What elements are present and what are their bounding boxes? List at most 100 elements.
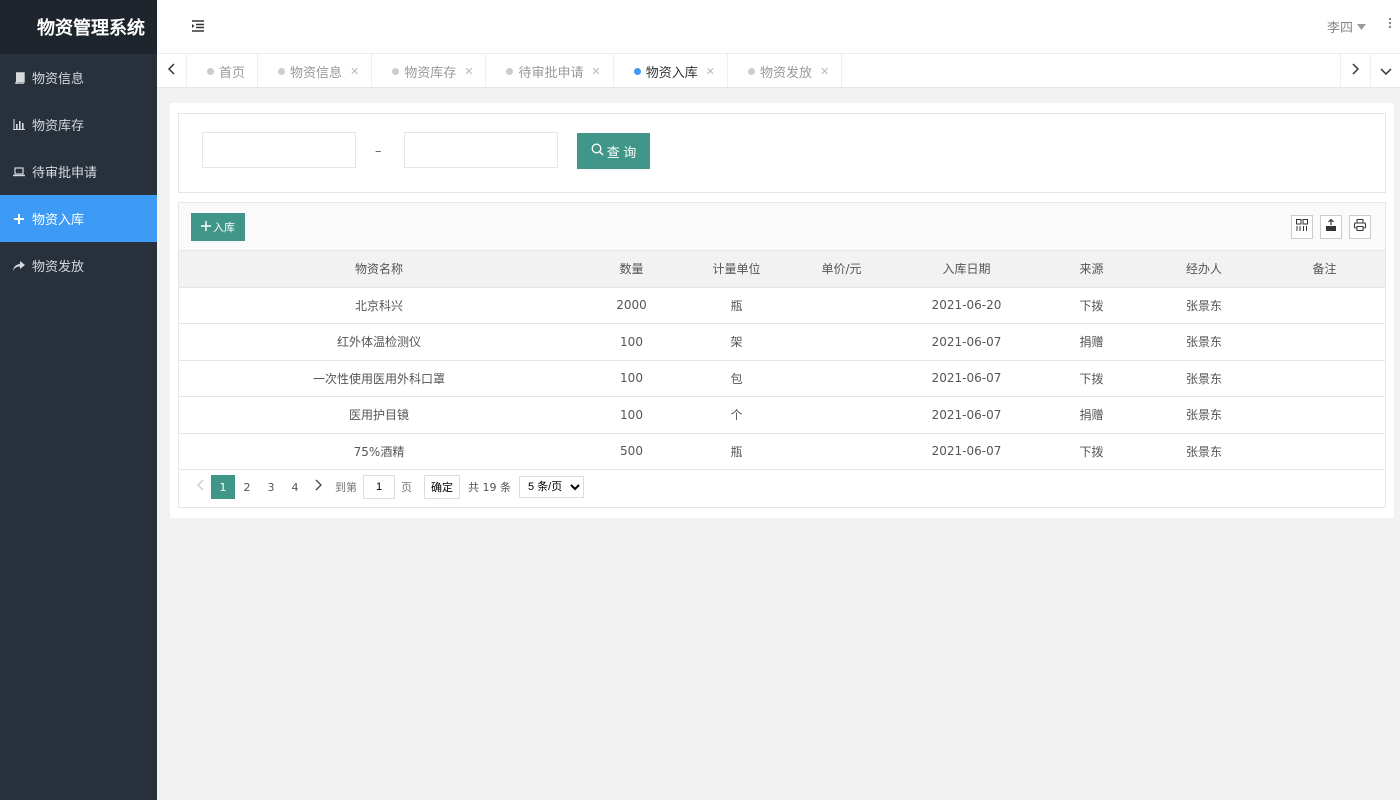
cell-unit: 瓶 — [684, 433, 789, 470]
column-header-name[interactable]: 物资名称 — [179, 251, 579, 288]
end-date-input[interactable] — [404, 132, 558, 168]
close-icon[interactable]: ✕ — [706, 65, 715, 78]
table-row[interactable]: 医用护目镜 100 个 2021-06-07 捐赠 张景东 — [179, 396, 1385, 434]
goto-page-input[interactable] — [363, 475, 395, 499]
tab-home[interactable]: 首页 — [187, 54, 259, 87]
cell-price — [789, 360, 894, 397]
main-panel: – 查 询 入库 物资名称 数量 计量单位 单价/元 入库日期 来源 经办人 备… — [170, 103, 1394, 518]
tabs-scroll-left-button[interactable] — [157, 54, 187, 88]
sidebar-item-pending-approval[interactable]: 待审批申请 — [0, 148, 157, 195]
tabs-scroll-right-button[interactable] — [1340, 54, 1370, 88]
column-filter-button[interactable] — [1291, 215, 1313, 239]
close-icon[interactable]: ✕ — [820, 65, 829, 78]
tab-dot-icon — [633, 67, 641, 75]
tabs-dropdown-button[interactable] — [1370, 54, 1400, 88]
sidebar-item-label: 物资库存 — [32, 119, 85, 134]
print-button[interactable] — [1349, 215, 1371, 239]
page-button-4[interactable]: 4 — [283, 475, 307, 499]
export-button[interactable] — [1320, 215, 1342, 239]
column-header-date[interactable]: 入库日期 — [894, 251, 1039, 288]
sidebar: 物资管理系统 物资信息 物资库存 待审批申请 物资入库 物资发放 — [0, 0, 157, 800]
cell-quantity: 2000 — [579, 287, 684, 324]
cell-handler: 张景东 — [1144, 433, 1264, 470]
chevron-right-icon — [315, 479, 322, 491]
sidebar-item-label: 物资信息 — [32, 72, 85, 87]
column-header-remark[interactable]: 备注 — [1264, 251, 1385, 288]
search-icon — [591, 143, 604, 159]
tab-inventory[interactable]: 物资库存 ✕ — [372, 54, 487, 87]
cell-remark — [1264, 323, 1385, 361]
tab-dot-icon — [747, 67, 755, 75]
plus-icon — [12, 213, 26, 224]
tab-dot-icon — [207, 67, 214, 75]
tab-dot-icon — [278, 67, 286, 75]
date-range-separator: – — [375, 144, 382, 159]
tab-label: 物资入库 — [645, 65, 698, 81]
search-form: – 查 询 — [178, 113, 1386, 193]
book-icon — [12, 71, 26, 84]
sidebar-item-label: 物资发放 — [32, 260, 85, 275]
cell-price — [789, 287, 894, 324]
tab-distribution[interactable]: 物资发放 ✕ — [728, 54, 843, 87]
table-row[interactable]: 红外体温检测仪 100 架 2021-06-07 捐赠 张景东 — [179, 323, 1385, 361]
next-page-button[interactable] — [307, 479, 329, 495]
sidebar-item-inventory[interactable]: 物资库存 — [0, 101, 157, 148]
sidebar-item-stock-in[interactable]: 物资入库 — [0, 195, 157, 242]
table-tools — [1291, 215, 1371, 239]
tab-label: 物资库存 — [404, 65, 457, 81]
cell-quantity: 100 — [579, 360, 684, 397]
column-header-source[interactable]: 来源 — [1039, 251, 1144, 288]
tab-pending-approval[interactable]: 待审批申请 ✕ — [486, 54, 614, 87]
pagination: 1 2 3 4 到第 页 确定 共 19 条 5 条/页 — [189, 475, 584, 499]
column-header-unit[interactable]: 计量单位 — [684, 251, 789, 288]
goto-prefix: 到第 — [335, 481, 357, 494]
cell-unit: 架 — [684, 323, 789, 361]
cell-quantity: 100 — [579, 396, 684, 434]
start-date-input[interactable] — [202, 132, 356, 168]
table-row[interactable]: 一次性使用医用外科口罩 100 包 2021-06-07 下拨 张景东 — [179, 360, 1385, 397]
goto-confirm-button[interactable]: 确定 — [424, 475, 460, 499]
column-header-handler[interactable]: 经办人 — [1144, 251, 1264, 288]
table-header-row: 物资名称 数量 计量单位 单价/元 入库日期 来源 经办人 备注 — [179, 251, 1385, 288]
close-icon[interactable]: ✕ — [592, 65, 601, 78]
tab-stock-in[interactable]: 物资入库 ✕ — [614, 54, 728, 87]
tab-supplies-info[interactable]: 物资信息 ✕ — [258, 54, 373, 87]
table-row[interactable]: 北京科兴 2000 瓶 2021-06-20 下拨 张景东 — [179, 287, 1385, 324]
cell-name: 北京科兴 — [179, 287, 579, 324]
page-button-2[interactable]: 2 — [235, 475, 259, 499]
query-button[interactable]: 查 询 — [577, 133, 650, 169]
sidebar-item-distribution[interactable]: 物资发放 — [0, 242, 157, 289]
cell-quantity: 500 — [579, 433, 684, 470]
sidebar-item-label: 待审批申请 — [32, 166, 98, 181]
export-icon — [1325, 218, 1337, 235]
add-stock-in-button[interactable]: 入库 — [191, 213, 245, 241]
plus-icon — [201, 220, 211, 234]
menu-fold-icon[interactable] — [191, 18, 205, 34]
chevron-left-icon — [196, 479, 203, 491]
user-menu[interactable]: 李四 — [1327, 17, 1366, 36]
page-button-1[interactable]: 1 — [211, 475, 235, 499]
column-header-price[interactable]: 单价/元 — [789, 251, 894, 288]
cell-date: 2021-06-07 — [894, 396, 1039, 434]
total-count: 共 19 条 — [468, 481, 511, 494]
sidebar-item-supplies-info[interactable]: 物资信息 — [0, 54, 157, 101]
page-size-select[interactable]: 5 条/页 — [519, 476, 584, 498]
tab-label: 物资信息 — [290, 65, 343, 81]
cell-quantity: 100 — [579, 323, 684, 361]
cell-price — [789, 433, 894, 470]
column-header-quantity[interactable]: 数量 — [579, 251, 684, 288]
page-button-3[interactable]: 3 — [259, 475, 283, 499]
stock-in-table: 物资名称 数量 计量单位 单价/元 入库日期 来源 经办人 备注 北京科兴 20… — [179, 251, 1385, 470]
close-icon[interactable]: ✕ — [350, 65, 359, 78]
more-vertical-icon[interactable] — [1388, 17, 1392, 33]
goto-suffix: 页 — [401, 481, 412, 494]
close-icon[interactable]: ✕ — [464, 65, 473, 78]
share-arrow-icon — [12, 260, 26, 271]
tab-bar: 首页 物资信息 ✕ 物资库存 ✕ 待审批申请 ✕ 物资入库 ✕ 物资发放 ✕ — [157, 54, 1400, 88]
sidebar-item-label: 物资入库 — [32, 213, 85, 228]
table-row[interactable]: 75%酒精 500 瓶 2021-06-07 下拨 张景东 — [179, 433, 1385, 470]
prev-page-button[interactable] — [189, 479, 211, 495]
cell-date: 2021-06-07 — [894, 433, 1039, 470]
tabs: 首页 物资信息 ✕ 物资库存 ✕ 待审批申请 ✕ 物资入库 ✕ 物资发放 ✕ — [187, 54, 1340, 87]
tab-dot-icon — [392, 67, 400, 75]
